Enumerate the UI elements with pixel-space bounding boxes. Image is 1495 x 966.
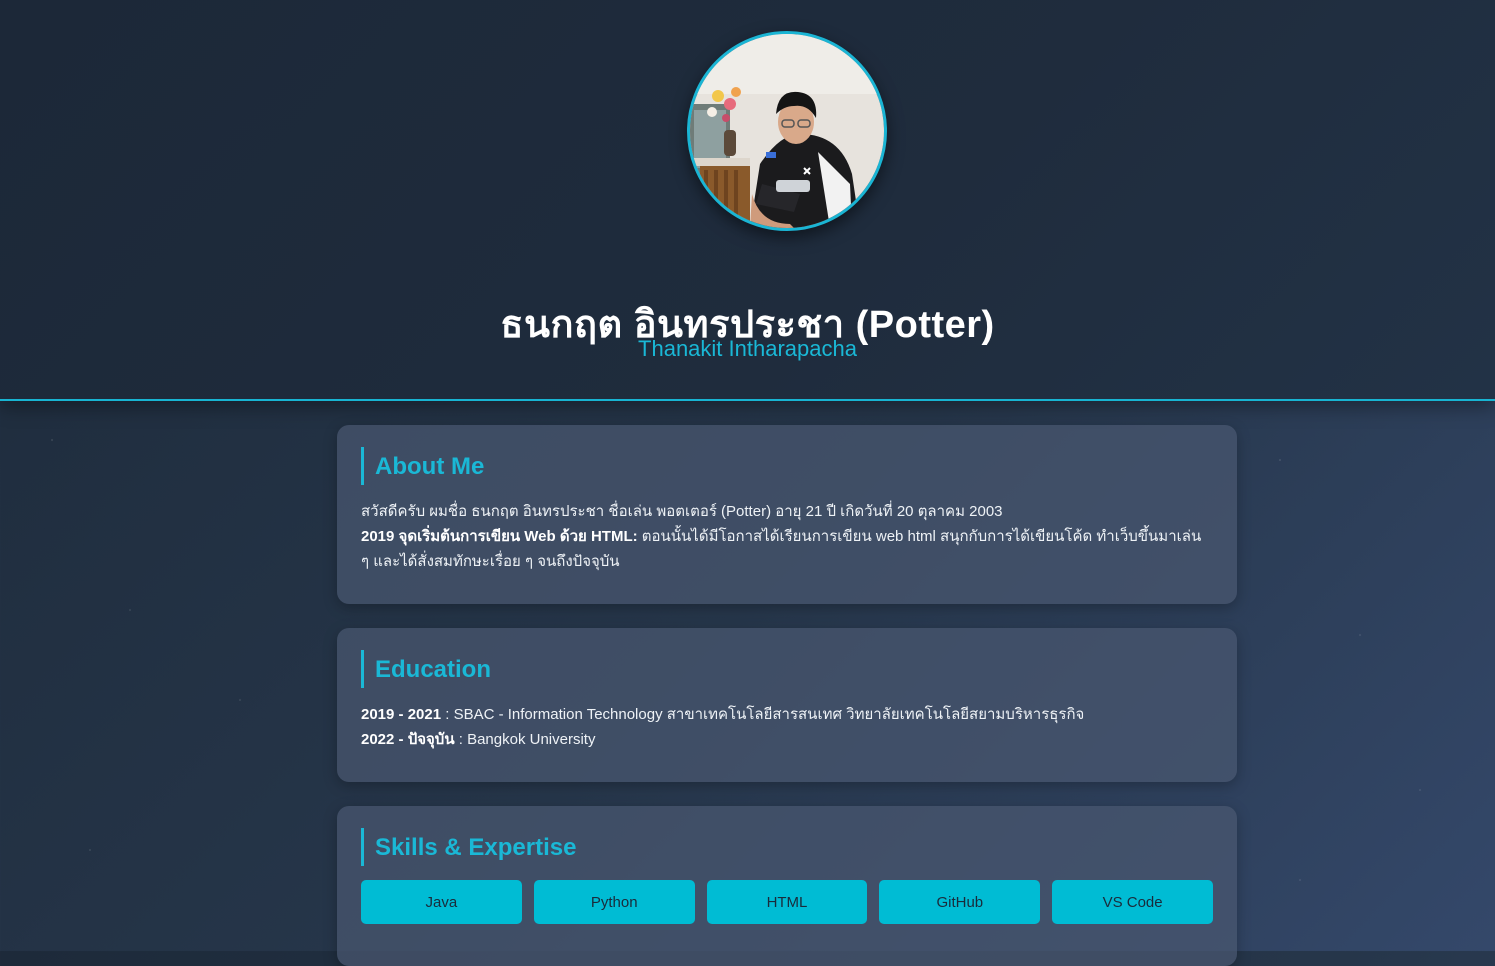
skills-list: Java Python HTML GitHub VS Code: [361, 880, 1213, 924]
skills-title: Skills & Expertise: [361, 828, 1213, 866]
about-card: About Me สวัสดีครับ ผมชื่อ ธนกฤต อินทรปร…: [337, 425, 1237, 604]
about-intro: สวัสดีครับ ผมชื่อ ธนกฤต อินทรประชา ชื่อเ…: [361, 503, 1003, 520]
education-detail: : Bangkok University: [454, 731, 596, 748]
skill-java-button[interactable]: Java: [361, 880, 522, 924]
skill-github-button[interactable]: GitHub: [879, 880, 1041, 924]
skill-python-button[interactable]: Python: [533, 880, 695, 924]
about-highlight-label: 2019 จุดเริ่มต้นการเขียน Web ด้วย HTML:: [361, 528, 638, 545]
education-years: 2019 - 2021: [361, 706, 442, 723]
profile-avatar: [687, 31, 887, 231]
education-title: Education: [361, 650, 1213, 688]
profile-name-english: Thanakit Intharapacha: [638, 336, 857, 361]
skills-card: Skills & Expertise Java Python HTML GitH…: [337, 806, 1237, 966]
education-entry: 2022 - ปัจจุบัน : Bangkok University: [361, 727, 1213, 752]
about-title: About Me: [361, 447, 1213, 485]
skill-vscode-button[interactable]: VS Code: [1052, 880, 1213, 924]
education-detail: : SBAC - Information Technology สาขาเทคโ…: [441, 706, 1085, 723]
profile-header: ธนกฤต อินทรประชา (Potter) Thanakit Intha…: [0, 0, 1495, 401]
skill-html-button[interactable]: HTML: [706, 880, 868, 924]
education-card: Education 2019 - 2021 : SBAC - Informati…: [337, 628, 1237, 782]
profile-photo: [690, 34, 884, 228]
about-highlight: 2019 จุดเริ่มต้นการเขียน Web ด้วย HTML: …: [361, 524, 1213, 574]
education-entry: 2019 - 2021 : SBAC - Information Technol…: [361, 702, 1213, 727]
education-years: 2022 - ปัจจุบัน: [361, 731, 455, 748]
